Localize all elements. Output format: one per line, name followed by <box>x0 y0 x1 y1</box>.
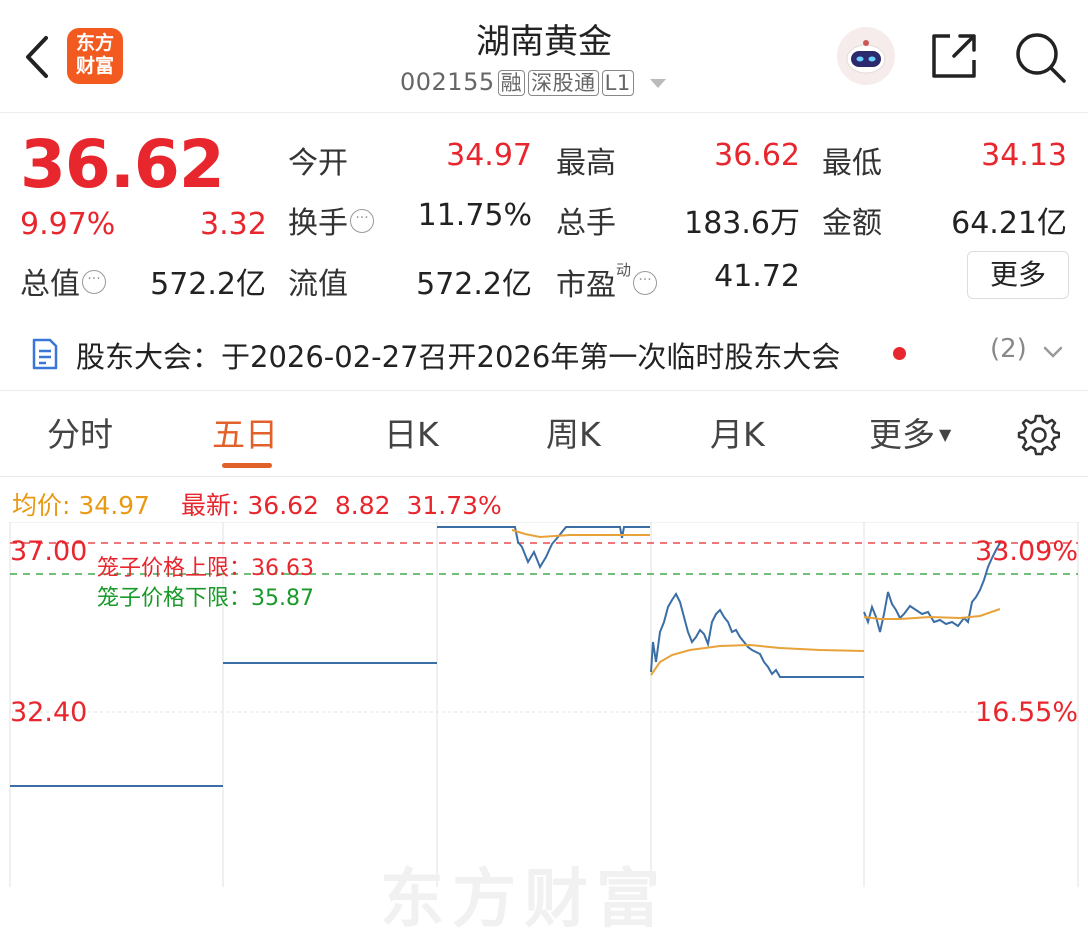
axis-left-top: 37.00 <box>10 536 88 567</box>
pe-value: 41.72 <box>714 259 800 294</box>
float-value: 572.2亿 <box>416 267 532 302</box>
total-value-label[interactable]: 总值 ··· <box>20 259 106 303</box>
caret-down-icon <box>649 79 666 88</box>
share-icon[interactable] <box>928 30 980 82</box>
chart-tabs: 分时 五日 日K 周K 月K 更多 ▼ <box>0 392 1088 477</box>
turnover-value: 11.75% <box>417 198 532 233</box>
assistant-robot-icon[interactable] <box>836 26 896 86</box>
avg-line-day4 <box>650 643 865 676</box>
info-icon: ··· <box>350 209 374 233</box>
avg-line-day3 <box>511 529 650 539</box>
turnover-label[interactable]: 换手 ··· <box>288 198 374 242</box>
stock-name: 湖南黄金 <box>476 22 612 62</box>
amount-label: 金额 <box>822 206 882 241</box>
cage-lower-label: 笼子价格下限：35.87 <box>97 586 314 611</box>
volume-value: 183.6万 <box>684 206 800 241</box>
latest-legend: 最新: 36.62 8.82 31.73% <box>181 491 502 520</box>
float-value-label: 流值 <box>288 267 348 302</box>
info-icon: ··· <box>633 271 658 295</box>
change-percent: 9.97% <box>20 207 116 242</box>
amount-value: 64.21亿 <box>951 206 1067 241</box>
low-value: 34.13 <box>981 138 1067 173</box>
axis-right-top: 33.09% <box>975 536 1078 567</box>
high-value: 36.62 <box>714 138 800 173</box>
announcement-bar[interactable]: 股东大会：于2026-02-27召开2026年第一次临时股东大会 <box>0 318 1088 391</box>
open-value: 34.97 <box>446 138 532 173</box>
tab-intraday[interactable]: 分时 <box>47 408 113 456</box>
top-bar: 东方 财富 湖南黄金 002155 融深股通 L1 <box>0 0 1088 113</box>
current-price: 36.62 <box>20 126 225 203</box>
price-line-day3 <box>437 526 650 570</box>
axis-right-mid: 16.55% <box>975 697 1078 728</box>
unread-dot <box>893 347 906 360</box>
margin-tag: 融 <box>497 70 526 96</box>
volume-label: 总手 <box>556 206 616 241</box>
settings-gear-icon[interactable] <box>1016 412 1060 456</box>
price-line-day4 <box>650 592 864 678</box>
level-tag: L1 <box>601 70 634 96</box>
avg-price-legend: 均价: 34.97 <box>12 491 150 520</box>
tab-weekly-k[interactable]: 周K <box>546 408 601 456</box>
high-label: 最高 <box>556 146 616 181</box>
stock-code: 002155 <box>400 68 495 96</box>
stock-code-line[interactable]: 002155 融深股通 L1 <box>400 68 668 96</box>
document-icon <box>32 338 58 370</box>
tab-more[interactable]: 更多 ▼ <box>869 408 951 456</box>
low-label: 最低 <box>822 146 882 181</box>
connect-tag: 深股通 <box>528 70 599 96</box>
cage-upper-label: 笼子价格上限：36.63 <box>97 556 314 581</box>
total-value: 572.2亿 <box>150 267 266 302</box>
more-quote-button[interactable]: 更多 <box>967 251 1069 299</box>
watermark: 东方财富 <box>380 863 668 937</box>
axis-left-mid: 32.40 <box>10 697 88 728</box>
info-icon: ··· <box>82 270 106 294</box>
search-icon[interactable] <box>1012 30 1068 86</box>
open-label: 今开 <box>288 146 348 181</box>
caret-down-icon: ▼ <box>939 425 952 444</box>
tab-daily-k[interactable]: 日K <box>384 408 439 456</box>
active-tab-indicator <box>222 463 272 468</box>
tab-five-day[interactable]: 五日 <box>212 408 278 456</box>
announcement-text: 股东大会：于2026-02-27召开2026年第一次临时股东大会 <box>76 340 841 374</box>
pe-label[interactable]: 市盈动··· <box>556 259 658 304</box>
announcement-count: (2) <box>990 334 1027 364</box>
tab-monthly-k[interactable]: 月K <box>710 408 765 456</box>
change-amount: 3.32 <box>200 207 267 242</box>
chevron-down-icon[interactable] <box>1042 345 1064 359</box>
